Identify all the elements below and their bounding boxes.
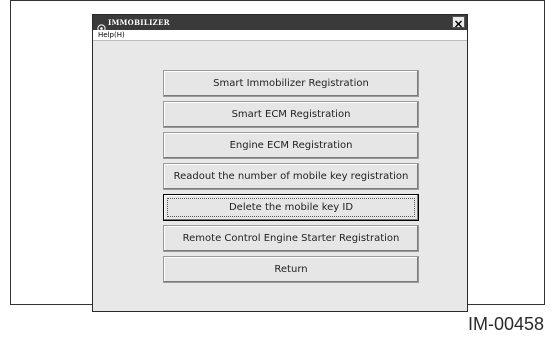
smart-ecm-registration-button[interactable]: Smart ECM Registration <box>163 101 419 128</box>
menu-help[interactable]: Help(H) <box>98 30 125 41</box>
delete-mobile-key-id-button[interactable]: Delete the mobile key ID <box>163 194 419 221</box>
close-button[interactable] <box>452 16 465 28</box>
window-client-area: Smart Immobilizer Registration Smart ECM… <box>93 41 467 311</box>
figure-id-label: IM-00458 <box>467 314 544 334</box>
title-bar: IMMOBILIZER <box>93 15 467 33</box>
return-button[interactable]: Return <box>163 256 419 283</box>
app-icon <box>97 18 106 33</box>
smart-immobilizer-registration-button[interactable]: Smart Immobilizer Registration <box>163 70 419 97</box>
window-title: IMMOBILIZER <box>108 18 170 27</box>
immobilizer-window: IMMOBILIZER Help(H) Smart Immobilizer Re… <box>92 14 468 312</box>
remote-engine-starter-registration-button[interactable]: Remote Control Engine Starter Registrati… <box>163 225 419 252</box>
menu-bar: Help(H) <box>93 30 467 41</box>
close-icon <box>454 13 463 32</box>
readout-mobile-key-count-button[interactable]: Readout the number of mobile key registr… <box>163 163 419 190</box>
engine-ecm-registration-button[interactable]: Engine ECM Registration <box>163 132 419 159</box>
